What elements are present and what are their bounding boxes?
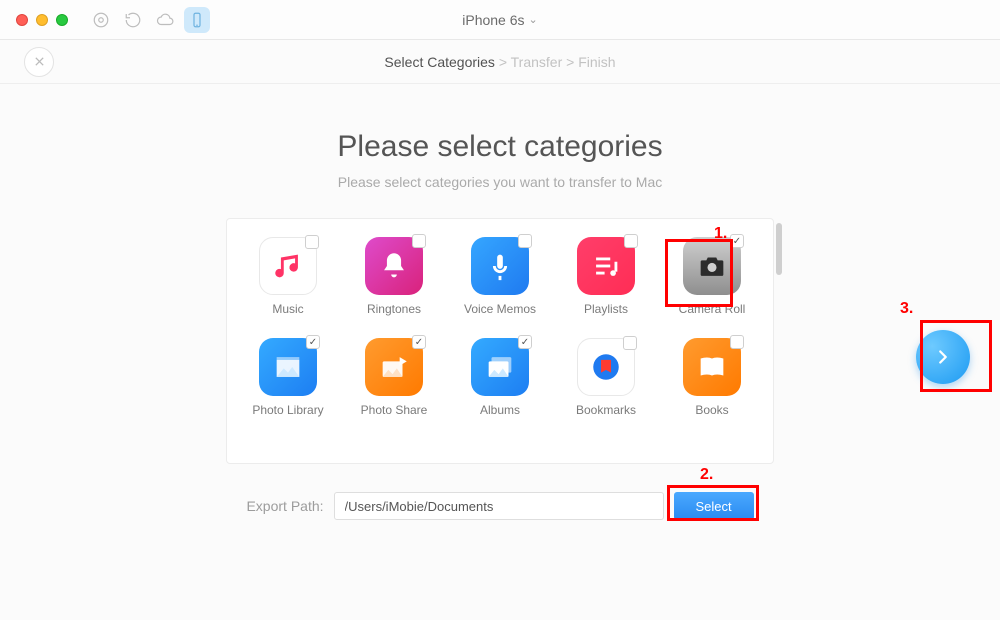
- page-title: Please select categories: [0, 130, 1000, 164]
- category-grid: Music Ringtones Voice Memos: [227, 219, 773, 417]
- breadcrumb-sep: >: [566, 54, 578, 70]
- annotation-2-label: 2.: [700, 466, 713, 484]
- page-subtitle: Please select categories you want to tra…: [0, 174, 1000, 190]
- window-controls: [0, 14, 68, 26]
- albums-icon: [471, 338, 529, 396]
- music-checkbox[interactable]: [305, 235, 319, 249]
- zoom-window-dot[interactable]: [56, 14, 68, 26]
- category-albums[interactable]: Albums: [450, 338, 550, 417]
- category-label: Ringtones: [367, 302, 421, 316]
- category-label: Bookmarks: [576, 403, 636, 417]
- category-photo-library[interactable]: Photo Library: [238, 338, 338, 417]
- category-label: Books: [695, 403, 728, 417]
- albums-checkbox[interactable]: [518, 335, 532, 349]
- category-books[interactable]: Books: [662, 338, 762, 417]
- category-bookmarks[interactable]: Bookmarks: [556, 338, 656, 417]
- category-playlists[interactable]: Playlists: [556, 237, 656, 316]
- camera-icon: [683, 237, 741, 295]
- category-label: Camera Roll: [679, 302, 746, 316]
- device-label: iPhone 6s: [462, 12, 524, 28]
- category-panel: Music Ringtones Voice Memos: [226, 218, 774, 464]
- cameraroll-checkbox[interactable]: [730, 234, 744, 248]
- category-label: Playlists: [584, 302, 628, 316]
- breadcrumb-step-2: Transfer: [511, 54, 563, 70]
- category-label: Photo Share: [361, 403, 428, 417]
- export-path-input[interactable]: [334, 492, 664, 520]
- device-dropdown[interactable]: iPhone 6s ⌄: [462, 12, 538, 28]
- close-window-dot[interactable]: [16, 14, 28, 26]
- ringtones-checkbox[interactable]: [412, 234, 426, 248]
- microphone-icon: [471, 237, 529, 295]
- category-panel-wrap: Music Ringtones Voice Memos: [0, 218, 1000, 464]
- backup-tab-icon[interactable]: [120, 7, 146, 33]
- bookmarks-icon: [577, 338, 635, 396]
- minimize-window-dot[interactable]: [36, 14, 48, 26]
- toolbar-icons: [88, 7, 210, 33]
- category-music[interactable]: Music: [238, 237, 338, 316]
- category-camera-roll[interactable]: Camera Roll: [662, 237, 762, 316]
- voicememos-checkbox[interactable]: [518, 234, 532, 248]
- media-tab-icon[interactable]: [88, 7, 114, 33]
- cloud-tab-icon[interactable]: [152, 7, 178, 33]
- next-button[interactable]: [916, 330, 970, 384]
- books-checkbox[interactable]: [730, 335, 744, 349]
- category-label: Music: [272, 302, 303, 316]
- category-voice-memos[interactable]: Voice Memos: [450, 237, 550, 316]
- category-label: Albums: [480, 403, 520, 417]
- breadcrumb-bar: Select Categories > Transfer > Finish: [0, 40, 1000, 84]
- photoshare-checkbox[interactable]: [412, 335, 426, 349]
- close-button[interactable]: [24, 47, 54, 77]
- export-path-row: Export Path: Select: [0, 492, 1000, 520]
- device-tab-icon[interactable]: [184, 7, 210, 33]
- scrollbar[interactable]: [776, 223, 782, 275]
- bell-icon: [365, 237, 423, 295]
- photo-library-icon: [259, 338, 317, 396]
- bookmarks-checkbox[interactable]: [623, 336, 637, 350]
- category-ringtones[interactable]: Ringtones: [344, 237, 444, 316]
- playlists-checkbox[interactable]: [624, 234, 638, 248]
- photo-share-icon: [365, 338, 423, 396]
- books-icon: [683, 338, 741, 396]
- chevron-down-icon: ⌄: [529, 13, 538, 26]
- heading: Please select categories Please select c…: [0, 130, 1000, 190]
- breadcrumb: Select Categories > Transfer > Finish: [384, 54, 615, 70]
- category-label: Voice Memos: [464, 302, 536, 316]
- select-path-button[interactable]: Select: [674, 492, 754, 520]
- breadcrumb-step-3: Finish: [578, 54, 615, 70]
- titlebar: iPhone 6s ⌄: [0, 0, 1000, 40]
- playlist-icon: [577, 237, 635, 295]
- category-label: Photo Library: [252, 403, 323, 417]
- music-icon: [259, 237, 317, 295]
- breadcrumb-sep: >: [499, 54, 511, 70]
- photolibrary-checkbox[interactable]: [306, 335, 320, 349]
- breadcrumb-step-1: Select Categories: [384, 54, 495, 70]
- category-photo-share[interactable]: Photo Share: [344, 338, 444, 417]
- export-path-label: Export Path:: [246, 498, 323, 514]
